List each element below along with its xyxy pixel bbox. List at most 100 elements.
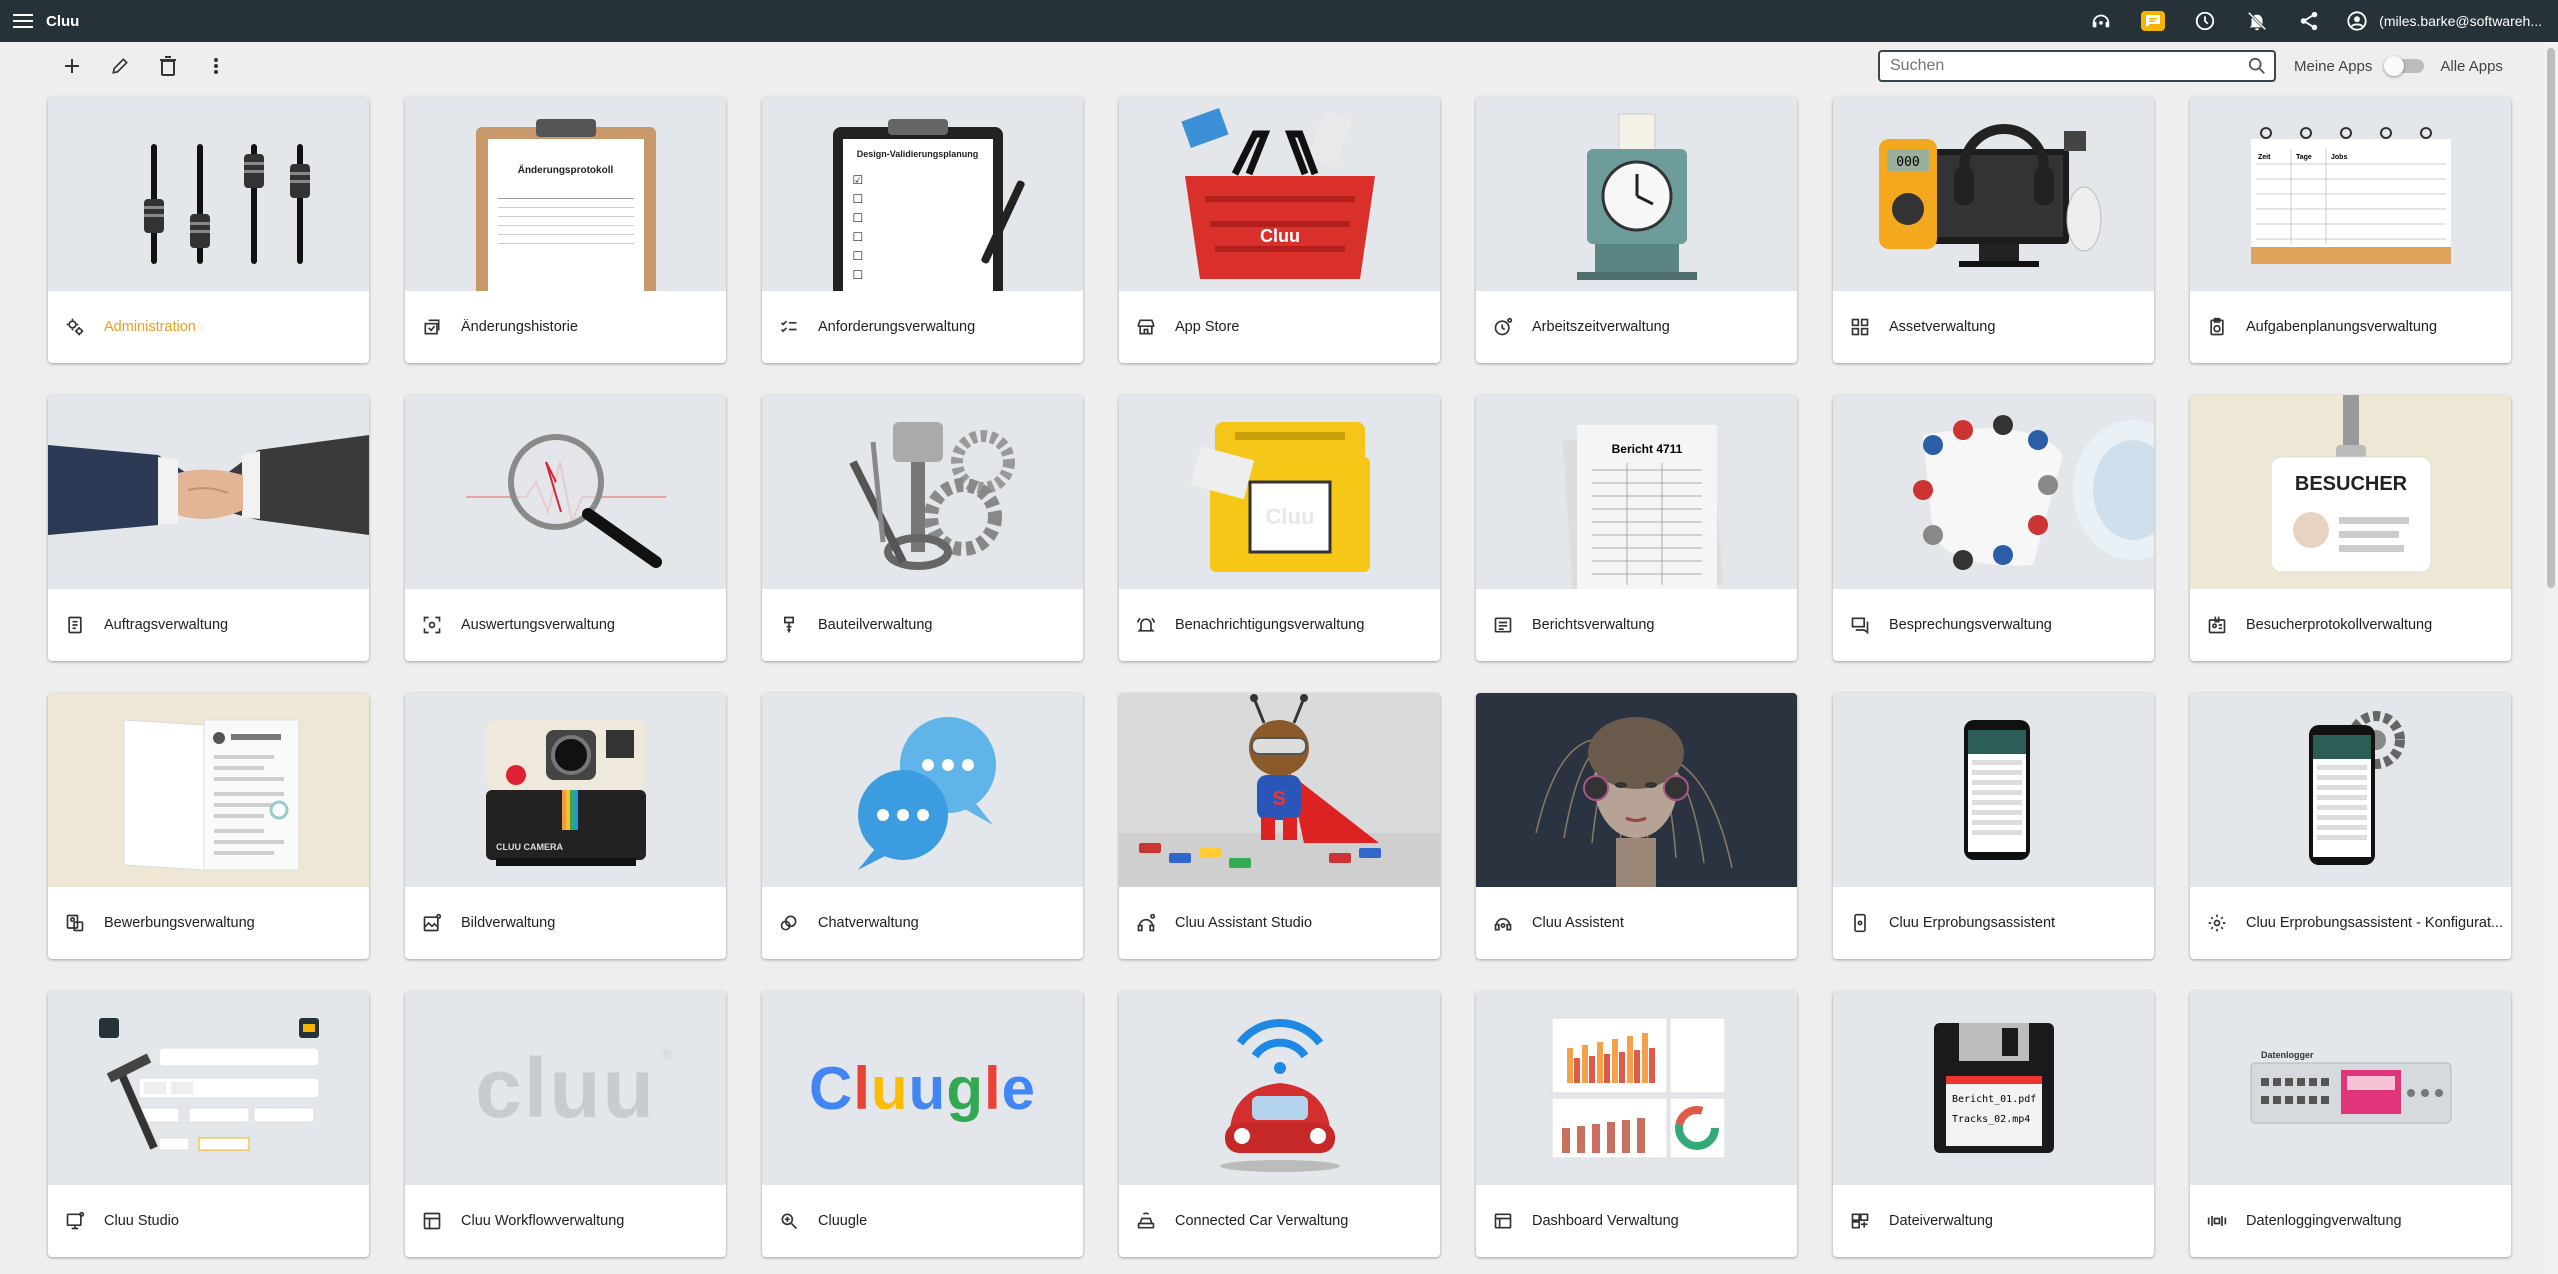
- app-card[interactable]: Arbeitszeitverwaltung: [1476, 97, 1797, 363]
- app-card-label-row[interactable]: Bauteilverwaltung: [762, 589, 1083, 661]
- notifications-off-icon[interactable]: [2231, 0, 2283, 42]
- app-card-title: Dashboard Verwaltung: [1532, 1213, 1679, 1229]
- chat-notification-icon[interactable]: [2127, 0, 2179, 42]
- more-vertical-icon[interactable]: [192, 48, 240, 84]
- app-card-title: Cluu Assistent: [1532, 915, 1624, 931]
- chat-icon: [1849, 614, 1871, 636]
- app-card-label-row[interactable]: Dateiverwaltung: [1833, 1185, 2154, 1257]
- user-name[interactable]: (miles.barke@softwareh...: [2379, 13, 2558, 29]
- app-card[interactable]: Chatverwaltung: [762, 693, 1083, 959]
- app-card-label-row[interactable]: Cluu Workflowverwaltung: [405, 1185, 726, 1257]
- analytics-icon: [421, 614, 443, 636]
- app-card-label-row[interactable]: Änderungshistorie: [405, 291, 726, 363]
- app-card-label-row[interactable]: Auswertungsverwaltung: [405, 589, 726, 661]
- app-card-label-row[interactable]: Aufgabenplanungsverwaltung: [2190, 291, 2511, 363]
- app-card[interactable]: BESUCHER Besucherprotokollverwaltung: [2190, 395, 2511, 661]
- search-field[interactable]: [1878, 50, 2276, 82]
- app-card[interactable]: Besprechungsverwaltung: [1833, 395, 2154, 661]
- search-zoom-icon: [778, 1210, 800, 1232]
- app-card[interactable]: Connected Car Verwaltung: [1119, 991, 1440, 1257]
- add-icon[interactable]: [48, 48, 96, 84]
- app-card-label-row[interactable]: Cluu Assistant Studio: [1119, 887, 1440, 959]
- app-card[interactable]: Änderungsprotokoll Änderungshistorie: [405, 97, 726, 363]
- app-card-label-row[interactable]: Benachrichtigungsverwaltung: [1119, 589, 1440, 661]
- app-card[interactable]: Design-Validierungsplanung ☑ ☐ ☐ ☐ ☐ ☐ Anford…: [762, 97, 1083, 363]
- svg-text:Datenlogger: Datenlogger: [2261, 1050, 2314, 1060]
- app-card-label-row[interactable]: Cluu Erprobungsassistent - Konfigurat...: [2190, 887, 2511, 959]
- app-card[interactable]: 000 Assetverwaltung: [1833, 97, 2154, 363]
- menu-icon[interactable]: [0, 0, 46, 42]
- assistant-headset-icon[interactable]: [2075, 0, 2127, 42]
- application-icon: [64, 912, 86, 934]
- app-card[interactable]: Cluu App Store: [1119, 97, 1440, 363]
- app-card[interactable]: Cluu Erprobungsassistent - Konfigurat...: [2190, 693, 2511, 959]
- app-card-label-row[interactable]: Cluugle: [762, 1185, 1083, 1257]
- search-input[interactable]: [1880, 52, 2240, 80]
- app-card-label-row[interactable]: Besucherprotokollverwaltung: [2190, 589, 2511, 661]
- history-clock-icon[interactable]: [2179, 0, 2231, 42]
- svg-text:Bericht_01.pdf: Bericht_01.pdf: [1952, 1094, 2036, 1105]
- app-card[interactable]: Bauteilverwaltung: [762, 395, 1083, 661]
- app-card-label-row[interactable]: Cluu Assistent: [1476, 887, 1797, 959]
- app-card-label-row[interactable]: Cluu Studio: [48, 1185, 369, 1257]
- app-card-label-row[interactable]: Connected Car Verwaltung: [1119, 1185, 1440, 1257]
- app-card-image: [1476, 991, 1797, 1185]
- app-card[interactable]: Cluu Assistent: [1476, 693, 1797, 959]
- app-card-title: Bildverwaltung: [461, 915, 556, 931]
- app-card-label-row[interactable]: Assetverwaltung: [1833, 291, 2154, 363]
- account-icon[interactable]: [2335, 0, 2379, 42]
- app-card[interactable]: Auswertungsverwaltung: [405, 395, 726, 661]
- app-card-image: Bericht 4711: [1476, 395, 1797, 589]
- app-card[interactable]: Cluu Studio: [48, 991, 369, 1257]
- app-card-title: Connected Car Verwaltung: [1175, 1213, 1349, 1229]
- app-card-label-row[interactable]: Datenloggingverwaltung: [2190, 1185, 2511, 1257]
- app-card-label-row[interactable]: Bewerbungsverwaltung: [48, 887, 369, 959]
- app-card-label-row[interactable]: Besprechungsverwaltung: [1833, 589, 2154, 661]
- app-card-image: [1476, 693, 1797, 887]
- svg-text:Cluu: Cluu: [1265, 504, 1314, 529]
- app-card[interactable]: Cluu Benachrichtigungsverwaltung: [1119, 395, 1440, 661]
- delete-trash-icon[interactable]: [144, 48, 192, 84]
- scrollbar[interactable]: [2544, 42, 2558, 1274]
- app-card-label-row[interactable]: Dashboard Verwaltung: [1476, 1185, 1797, 1257]
- file-manager-icon: [1849, 1210, 1871, 1232]
- app-card[interactable]: Cluugle Cluugle: [762, 991, 1083, 1257]
- app-card[interactable]: Bericht_01.pdf Tracks_02.mp4 Dateiverwaltu…: [1833, 991, 2154, 1257]
- app-card-label-row[interactable]: Administration: [48, 291, 369, 363]
- app-card[interactable]: Zeit Tage Jobs Aufgabenplanungsverwaltung: [2190, 97, 2511, 363]
- app-card-image: [2190, 693, 2511, 887]
- edit-pencil-icon[interactable]: [96, 48, 144, 84]
- app-card-image: 000: [1833, 97, 2154, 291]
- app-card-image: Bericht_01.pdf Tracks_02.mp4: [1833, 991, 2154, 1185]
- app-card-label-row[interactable]: Chatverwaltung: [762, 887, 1083, 959]
- app-card-label-row[interactable]: Bildverwaltung: [405, 887, 726, 959]
- app-card-label-row[interactable]: App Store: [1119, 291, 1440, 363]
- app-card-title: Cluu Workflowverwaltung: [461, 1213, 625, 1229]
- scrollbar-thumb[interactable]: [2547, 48, 2555, 588]
- app-card-label-row[interactable]: Anforderungsverwaltung: [762, 291, 1083, 363]
- app-card[interactable]: Administration: [48, 97, 369, 363]
- app-card-label-row[interactable]: Cluu Erprobungsassistent: [1833, 887, 2154, 959]
- app-card[interactable]: Auftragsverwaltung: [48, 395, 369, 661]
- app-card[interactable]: Bericht 4711 Berichtsverwaltung: [1476, 395, 1797, 661]
- search-icon[interactable]: [2240, 57, 2274, 75]
- app-card-image: [48, 991, 369, 1185]
- app-card[interactable]: CLUU CAMERA Bildverwaltung: [405, 693, 726, 959]
- app-card[interactable]: Datenlogger Datenloggingverwaltung: [2190, 991, 2511, 1257]
- app-card-label-row[interactable]: Arbeitszeitverwaltung: [1476, 291, 1797, 363]
- studio-icon: [64, 1210, 86, 1232]
- app-card-title: Chatverwaltung: [818, 915, 919, 931]
- app-card[interactable]: Bewerbungsverwaltung: [48, 693, 369, 959]
- clock-icon: [1492, 316, 1514, 338]
- app-card[interactable]: cluu ® Cluu Workflowverwaltung: [405, 991, 726, 1257]
- app-card-image: [405, 395, 726, 589]
- car-icon: [1135, 1210, 1157, 1232]
- app-card[interactable]: Dashboard Verwaltung: [1476, 991, 1797, 1257]
- app-card[interactable]: S Cluu Assistant Studio: [1119, 693, 1440, 959]
- app-card-label-row[interactable]: Auftragsverwaltung: [48, 589, 369, 661]
- share-icon[interactable]: [2283, 0, 2335, 42]
- app-card[interactable]: Cluu Erprobungsassistent: [1833, 693, 2154, 959]
- app-card-title: Änderungshistorie: [461, 319, 578, 335]
- app-card-label-row[interactable]: Berichtsverwaltung: [1476, 589, 1797, 661]
- apps-switch[interactable]: [2384, 56, 2425, 76]
